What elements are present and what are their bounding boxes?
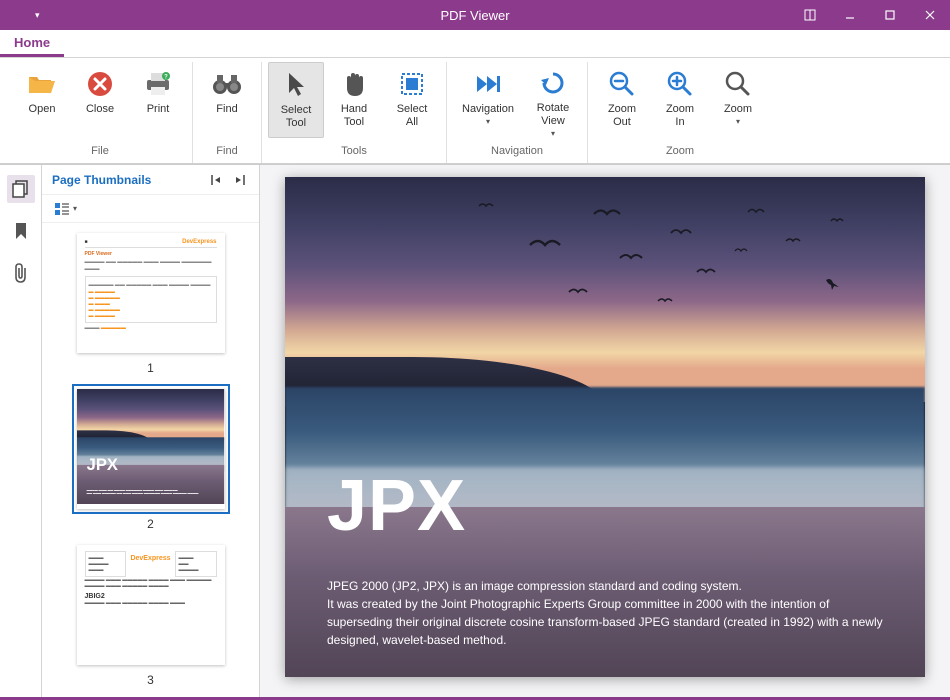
thumbnail-item: ▬▬▬▬▬▬▬▬▬▬ DevExpress ▬▬▬▬▬▬▬▬▬ ▬▬▬▬ ▬▬▬… <box>42 545 259 687</box>
zoom-out-icon <box>606 68 638 100</box>
find-button[interactable]: Find <box>199 62 255 138</box>
ribbon-group-find: Find Find <box>193 62 262 163</box>
pages-icon <box>11 179 31 199</box>
maximize-button[interactable] <box>870 0 910 30</box>
chevron-down-icon: ▾ <box>551 129 555 138</box>
chevron-down-icon: ▾ <box>73 204 77 213</box>
printer-icon: ? <box>142 68 174 100</box>
cursor-icon <box>280 69 312 101</box>
navigation-dropdown-button[interactable]: Navigation ▾ <box>453 62 523 138</box>
thumbnails-panel: Page Thumbnails ▾ ■DevExpress PDF Viewer… <box>42 165 260 697</box>
thumbnail-page-3[interactable]: ▬▬▬▬▬▬▬▬▬▬ DevExpress ▬▬▬▬▬▬▬▬▬ ▬▬▬▬ ▬▬▬… <box>77 545 225 665</box>
ribbon-group-label: File <box>91 145 109 163</box>
thumbnail-item: ■DevExpress PDF Viewer ▬▬▬▬ ▬▬ ▬▬▬▬▬ ▬▬▬… <box>42 233 259 375</box>
panel-title: Page Thumbnails <box>52 173 205 187</box>
panel-options-button[interactable]: ▾ <box>50 200 81 218</box>
svg-text:?: ? <box>164 75 168 81</box>
open-button[interactable]: Open <box>14 62 70 138</box>
select-tool-button[interactable]: Select Tool <box>268 62 324 138</box>
ribbon-display-options-button[interactable] <box>790 0 830 30</box>
rotate-icon <box>537 68 569 99</box>
zoom-in-icon <box>664 68 696 100</box>
thumbnail-number: 1 <box>147 361 154 375</box>
select-all-icon <box>396 68 428 100</box>
list-icon <box>54 202 70 216</box>
rotate-view-dropdown-button[interactable]: Rotate View ▾ <box>525 62 581 138</box>
ribbon-tab-bar: Home <box>0 30 950 58</box>
thumbnails-list[interactable]: ■DevExpress PDF Viewer ▬▬▬▬ ▬▬ ▬▬▬▬▬ ▬▬▬… <box>42 223 259 697</box>
skip-forward-icon <box>472 68 504 100</box>
thumbnail-page-1[interactable]: ■DevExpress PDF Viewer ▬▬▬▬ ▬▬ ▬▬▬▬▬ ▬▬▬… <box>77 233 225 353</box>
thumbnail-page-2[interactable]: JPX ▬▬▬▬ ▬▬▬ ▬▬ ▬▬▬▬ ▬▬▬▬▬▬ ▬▬▬▬ ▬▬▬ ▬▬▬… <box>77 389 225 509</box>
thumbnail-number: 2 <box>147 517 154 531</box>
qat-dropdown-icon[interactable]: ▾ <box>35 10 40 21</box>
paperclip-icon <box>12 262 30 284</box>
content-area: Page Thumbnails ▾ ■DevExpress PDF Viewer… <box>0 164 950 697</box>
thumbnails-tab[interactable] <box>7 175 35 203</box>
close-button[interactable] <box>910 0 950 30</box>
print-button[interactable]: ? Print <box>130 62 186 138</box>
bookmark-icon <box>12 221 30 241</box>
side-tab-strip <box>0 165 42 697</box>
close-circle-icon <box>84 68 116 100</box>
zoom-out-button[interactable]: Zoom Out <box>594 62 650 138</box>
zoom-in-button[interactable]: Zoom In <box>652 62 708 138</box>
select-all-button[interactable]: Select All <box>384 62 440 138</box>
panel-toolbar: ▾ <box>42 195 259 223</box>
attachments-tab[interactable] <box>7 259 35 287</box>
page-body-text: JPEG 2000 (JP2, JPX) is an image compres… <box>327 577 883 649</box>
panel-expand-button[interactable] <box>229 170 249 190</box>
ribbon-group-label: Navigation <box>491 145 543 163</box>
ribbon-group-tools: Select Tool Hand Tool Select All Tools <box>262 62 447 163</box>
zoom-dropdown-button[interactable]: Zoom ▾ <box>710 62 766 138</box>
magnifier-icon <box>722 68 754 100</box>
window-title: PDF Viewer <box>440 8 509 23</box>
bookmarks-tab[interactable] <box>7 217 35 245</box>
tab-home[interactable]: Home <box>0 30 64 57</box>
chevron-down-icon: ▾ <box>736 117 740 126</box>
document-viewer[interactable]: JPX JPEG 2000 (JP2, JPX) is an image com… <box>260 165 950 697</box>
minimize-button[interactable] <box>830 0 870 30</box>
ribbon-group-label: Find <box>216 145 237 163</box>
thumbnail-item: JPX ▬▬▬▬ ▬▬▬ ▬▬ ▬▬▬▬ ▬▬▬▬▬▬ ▬▬▬▬ ▬▬▬ ▬▬▬… <box>42 389 259 531</box>
hand-icon <box>338 68 370 100</box>
panel-header: Page Thumbnails <box>42 165 259 195</box>
ribbon-group-label: Zoom <box>666 145 694 163</box>
ribbon-group-file: Open Close ? Print File <box>8 62 193 163</box>
ribbon-group-navigation: Navigation ▾ Rotate View ▾ Navigation <box>447 62 588 163</box>
binoculars-icon <box>211 68 243 100</box>
page-headline: JPX <box>327 465 466 547</box>
folder-open-icon <box>26 68 58 100</box>
hand-tool-button[interactable]: Hand Tool <box>326 62 382 138</box>
ribbon-group-label: Tools <box>341 145 367 163</box>
page-view: JPX JPEG 2000 (JP2, JPX) is an image com… <box>285 177 925 677</box>
ribbon-group-zoom: Zoom Out Zoom In Zoom ▾ Zoom <box>588 62 772 163</box>
panel-collapse-button[interactable] <box>207 170 227 190</box>
thumbnail-number: 3 <box>147 673 154 687</box>
close-document-button[interactable]: Close <box>72 62 128 138</box>
title-bar: ▾ PDF Viewer <box>0 0 950 30</box>
chevron-down-icon: ▾ <box>486 117 490 126</box>
ribbon: Open Close ? Print File Find Find S <box>0 58 950 164</box>
